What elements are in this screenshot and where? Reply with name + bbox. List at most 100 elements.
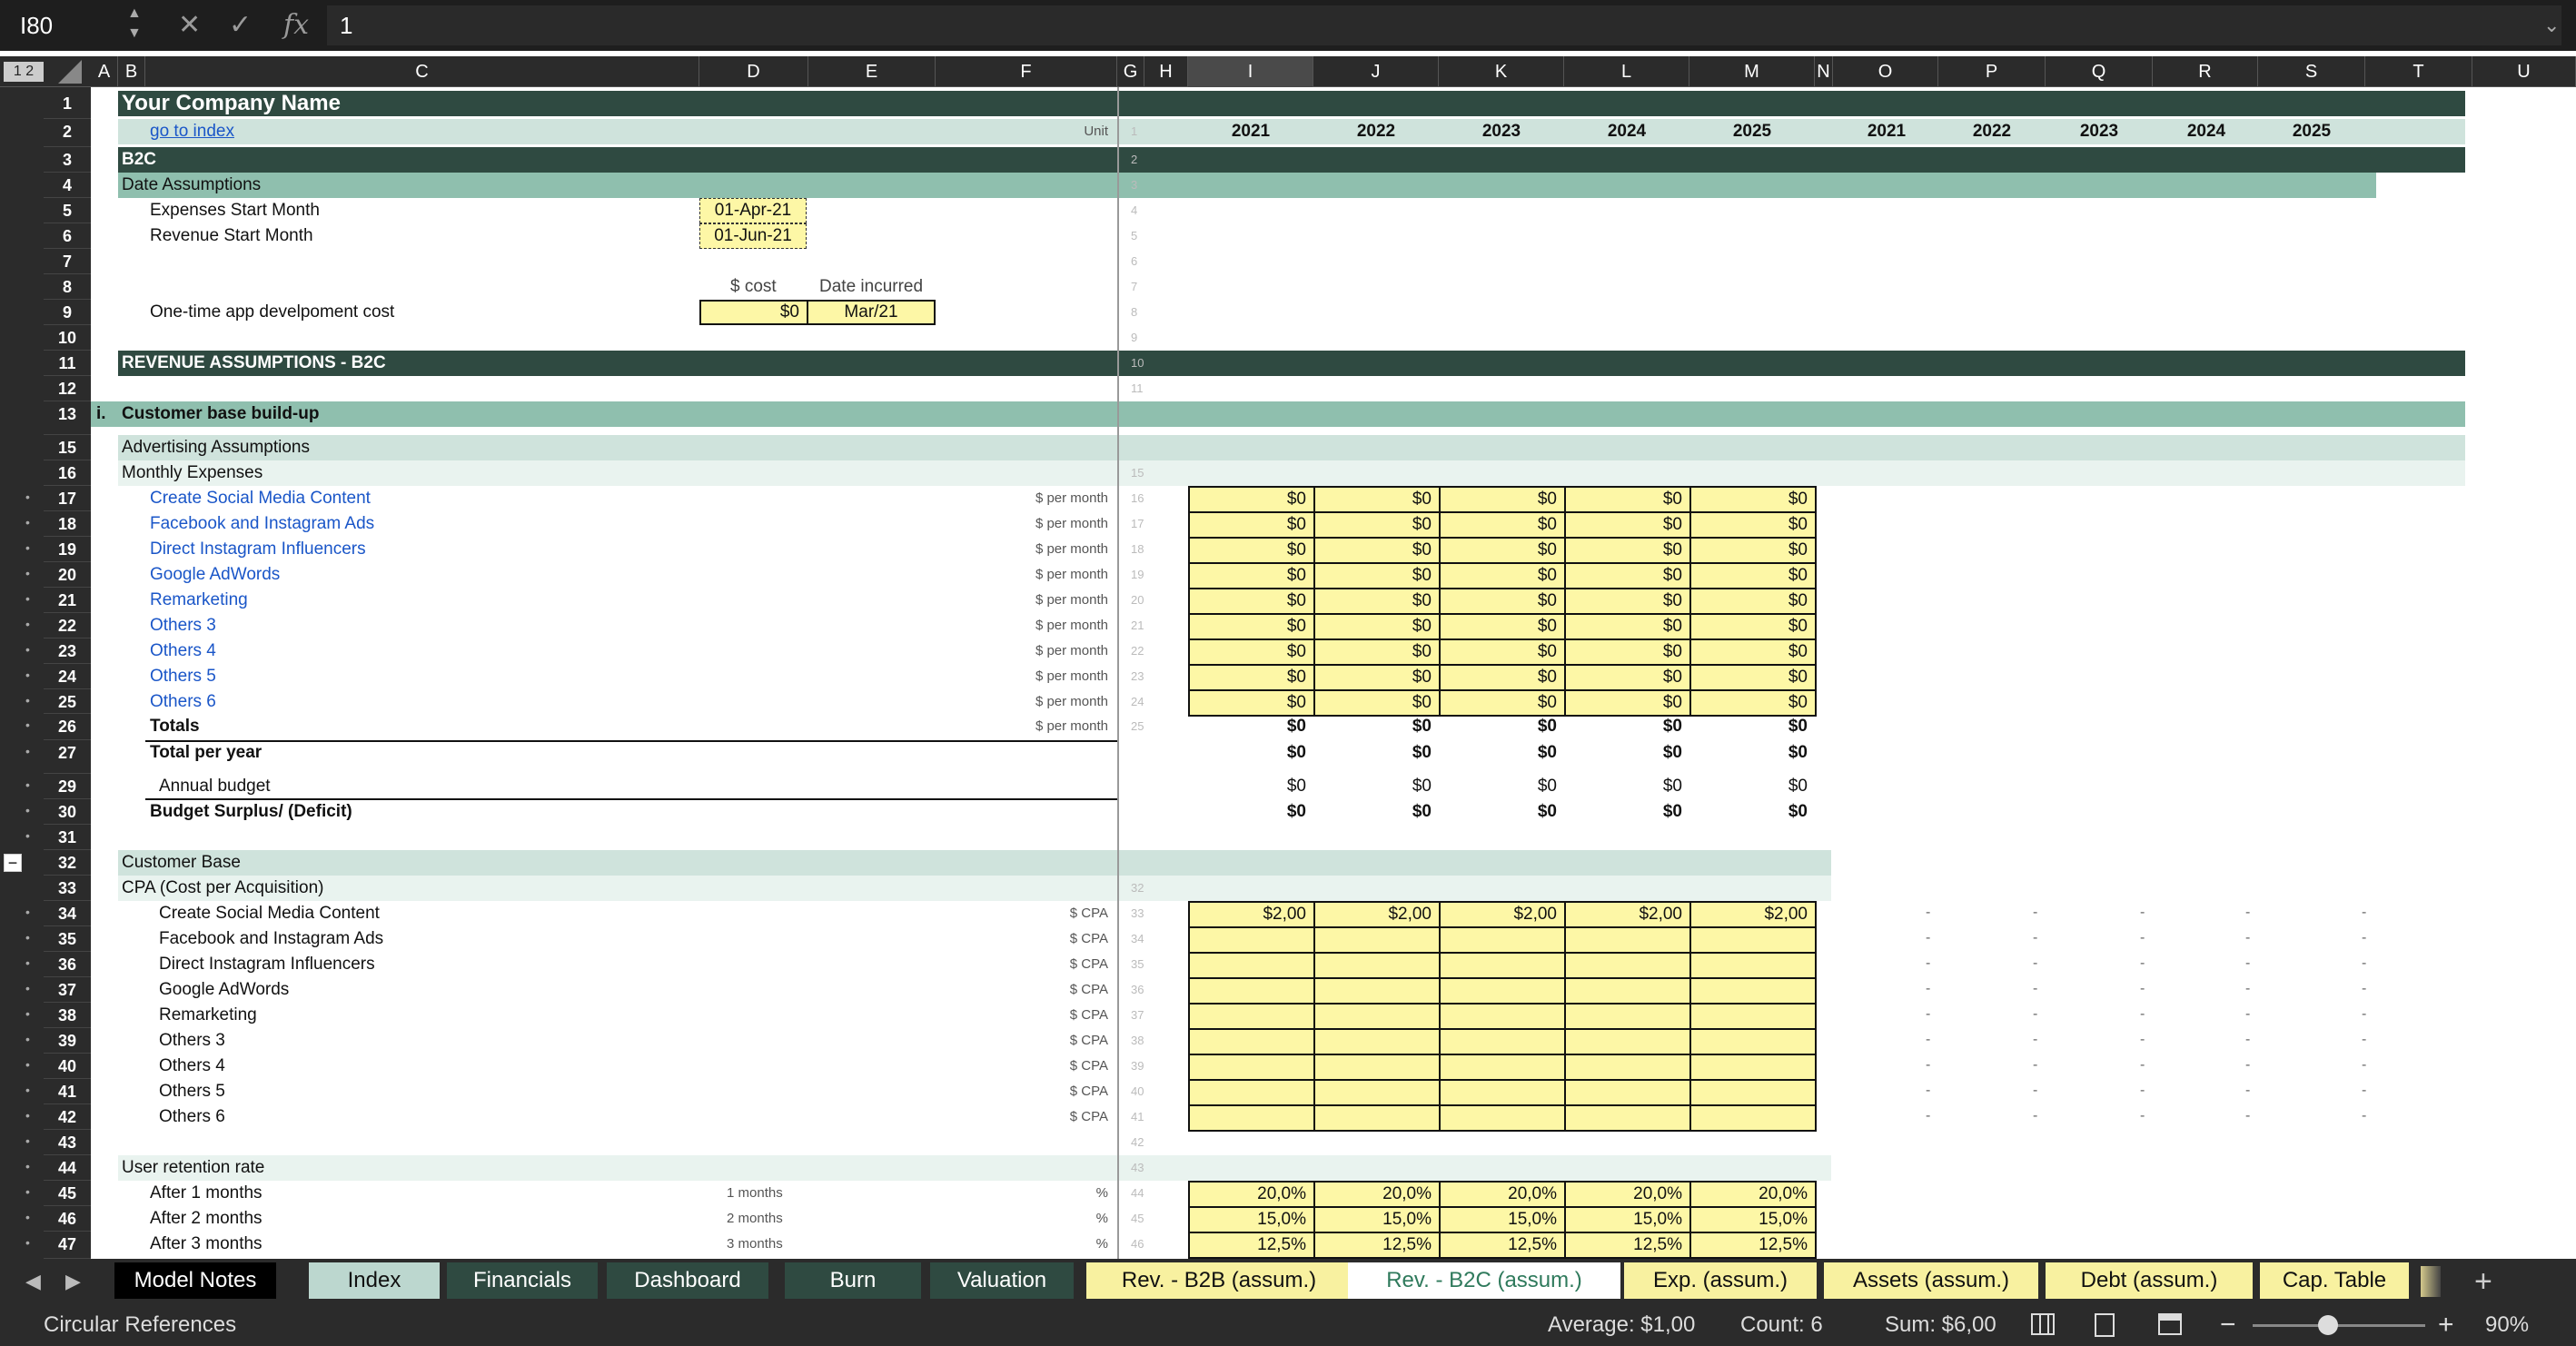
expense-input-cell[interactable]: $0 <box>1564 664 1691 691</box>
expense-input-cell[interactable]: $0 <box>1689 511 1817 539</box>
cpa-input-cell[interactable] <box>1564 952 1691 979</box>
cpa-input-cell[interactable]: $2,00 <box>1564 901 1691 928</box>
cpa-input-cell[interactable] <box>1313 1054 1441 1081</box>
retention-input-cell[interactable]: 15,0% <box>1439 1206 1566 1233</box>
cpa-input-cell[interactable] <box>1689 1028 1817 1055</box>
retention-input-cell[interactable]: 20,0% <box>1439 1181 1566 1208</box>
expense-input-cell[interactable]: $0 <box>1564 613 1691 640</box>
add-sheet-icon[interactable]: + <box>2474 1259 2492 1304</box>
cpa-input-cell[interactable] <box>1188 1104 1315 1132</box>
expense-input-cell[interactable]: $0 <box>1313 638 1441 666</box>
cpa-input-cell[interactable] <box>1689 1079 1817 1106</box>
expense-input-cell[interactable]: $0 <box>1564 537 1691 564</box>
cpa-input-cell[interactable]: $2,00 <box>1313 901 1441 928</box>
tab-rev-b2b-assum[interactable]: Rev. - B2B (assum.) <box>1086 1262 1352 1299</box>
expense-input-cell[interactable]: $0 <box>1188 689 1315 717</box>
expense-input-cell[interactable]: $0 <box>1689 537 1817 564</box>
expense-input-cell[interactable]: $0 <box>1188 613 1315 640</box>
expense-input-cell[interactable]: $0 <box>1439 562 1566 589</box>
retention-input-cell[interactable]: 12,5% <box>1689 1232 1817 1259</box>
cpa-input-cell[interactable] <box>1188 1079 1315 1106</box>
prev-sheet-icon[interactable]: ◀ <box>25 1259 41 1304</box>
cpa-input-cell[interactable] <box>1689 1104 1817 1132</box>
cpa-input-cell[interactable] <box>1188 1003 1315 1030</box>
expense-input-cell[interactable]: $0 <box>1439 613 1566 640</box>
expense-input-cell[interactable]: $0 <box>1564 511 1691 539</box>
cpa-input-cell[interactable] <box>1439 1054 1566 1081</box>
retention-input-cell[interactable]: 15,0% <box>1689 1206 1817 1233</box>
cpa-input-cell[interactable] <box>1188 977 1315 1005</box>
retention-input-cell[interactable]: 20,0% <box>1689 1181 1817 1208</box>
cpa-input-cell[interactable] <box>1439 952 1566 979</box>
expense-input-cell[interactable]: $0 <box>1313 537 1441 564</box>
expense-input-cell[interactable]: $0 <box>1439 588 1566 615</box>
retention-input-cell[interactable]: 15,0% <box>1188 1206 1315 1233</box>
expense-input-cell[interactable]: $0 <box>1188 638 1315 666</box>
tab-rev-b2c-assum[interactable]: Rev. - B2C (assum.) <box>1348 1262 1620 1299</box>
cpa-input-cell[interactable] <box>1689 977 1817 1005</box>
revenue-start-input[interactable]: 01-Jun-21 <box>699 223 807 249</box>
cpa-input-cell[interactable] <box>1188 1028 1315 1055</box>
cpa-input-cell[interactable] <box>1689 952 1817 979</box>
cpa-input-cell[interactable] <box>1188 1054 1315 1081</box>
tab-debt-assum[interactable]: Debt (assum.) <box>2046 1262 2253 1299</box>
cpa-input-cell[interactable] <box>1439 926 1566 954</box>
expense-input-cell[interactable]: $0 <box>1313 486 1441 513</box>
cpa-input-cell[interactable] <box>1564 1079 1691 1106</box>
circular-references-status[interactable]: Circular References <box>44 1304 236 1346</box>
cpa-input-cell[interactable] <box>1439 977 1566 1005</box>
tab-dashboard[interactable]: Dashboard <box>607 1262 768 1299</box>
normal-view-icon[interactable] <box>2031 1313 2055 1335</box>
expense-input-cell[interactable]: $0 <box>1689 638 1817 666</box>
retention-input-cell[interactable]: 12,5% <box>1564 1232 1691 1259</box>
cpa-input-cell[interactable] <box>1564 977 1691 1005</box>
page-layout-icon[interactable] <box>2095 1313 2115 1337</box>
expense-input-cell[interactable]: $0 <box>1564 588 1691 615</box>
cpa-input-cell[interactable] <box>1313 977 1441 1005</box>
zoom-level[interactable]: 90% <box>2485 1304 2529 1346</box>
retention-input-cell[interactable]: 15,0% <box>1564 1206 1691 1233</box>
expense-input-cell[interactable]: $0 <box>1564 689 1691 717</box>
expense-input-cell[interactable]: $0 <box>1439 537 1566 564</box>
expense-input-cell[interactable]: $0 <box>1313 562 1441 589</box>
cpa-input-cell[interactable]: $2,00 <box>1188 901 1315 928</box>
cpa-input-cell[interactable] <box>1564 1054 1691 1081</box>
cpa-input-cell[interactable] <box>1564 1003 1691 1030</box>
retention-input-cell[interactable]: 12,5% <box>1313 1232 1441 1259</box>
zoom-slider-track[interactable] <box>2253 1324 2425 1327</box>
expense-input-cell[interactable]: $0 <box>1564 562 1691 589</box>
retention-input-cell[interactable]: 12,5% <box>1188 1232 1315 1259</box>
expense-input-cell[interactable]: $0 <box>1689 588 1817 615</box>
retention-input-cell[interactable]: 12,5% <box>1439 1232 1566 1259</box>
tab-valuation[interactable]: Valuation <box>930 1262 1074 1299</box>
expense-input-cell[interactable]: $0 <box>1188 562 1315 589</box>
cpa-input-cell[interactable] <box>1564 1028 1691 1055</box>
tab-model-notes[interactable]: Model Notes <box>114 1262 276 1299</box>
tab-assets-assum[interactable]: Assets (assum.) <box>1824 1262 2038 1299</box>
cpa-input-cell[interactable] <box>1689 1054 1817 1081</box>
cpa-input-cell[interactable] <box>1188 952 1315 979</box>
next-sheet-icon[interactable]: ▶ <box>65 1259 81 1304</box>
cpa-input-cell[interactable] <box>1313 1104 1441 1132</box>
expense-input-cell[interactable]: $0 <box>1313 689 1441 717</box>
expense-input-cell[interactable]: $0 <box>1313 664 1441 691</box>
expense-input-cell[interactable]: $0 <box>1439 689 1566 717</box>
expense-input-cell[interactable]: $0 <box>1689 562 1817 589</box>
app-cost-date-input[interactable]: Mar/21 <box>807 300 936 325</box>
expense-input-cell[interactable]: $0 <box>1188 511 1315 539</box>
cpa-input-cell[interactable] <box>1313 1079 1441 1106</box>
tab-index[interactable]: Index <box>309 1262 440 1299</box>
expense-input-cell[interactable]: $0 <box>1188 486 1315 513</box>
cpa-input-cell[interactable]: $2,00 <box>1439 901 1566 928</box>
zoom-slider-handle[interactable] <box>2318 1315 2338 1335</box>
expense-input-cell[interactable]: $0 <box>1439 664 1566 691</box>
expense-input-cell[interactable]: $0 <box>1313 511 1441 539</box>
cpa-input-cell[interactable] <box>1689 1003 1817 1030</box>
expenses-start-input[interactable]: 01-Apr-21 <box>699 198 807 223</box>
expense-input-cell[interactable]: $0 <box>1188 588 1315 615</box>
cpa-input-cell[interactable] <box>1313 1028 1441 1055</box>
expense-input-cell[interactable]: $0 <box>1564 638 1691 666</box>
retention-input-cell[interactable]: 20,0% <box>1564 1181 1691 1208</box>
retention-input-cell[interactable]: 20,0% <box>1188 1181 1315 1208</box>
cpa-input-cell[interactable] <box>1439 1104 1566 1132</box>
